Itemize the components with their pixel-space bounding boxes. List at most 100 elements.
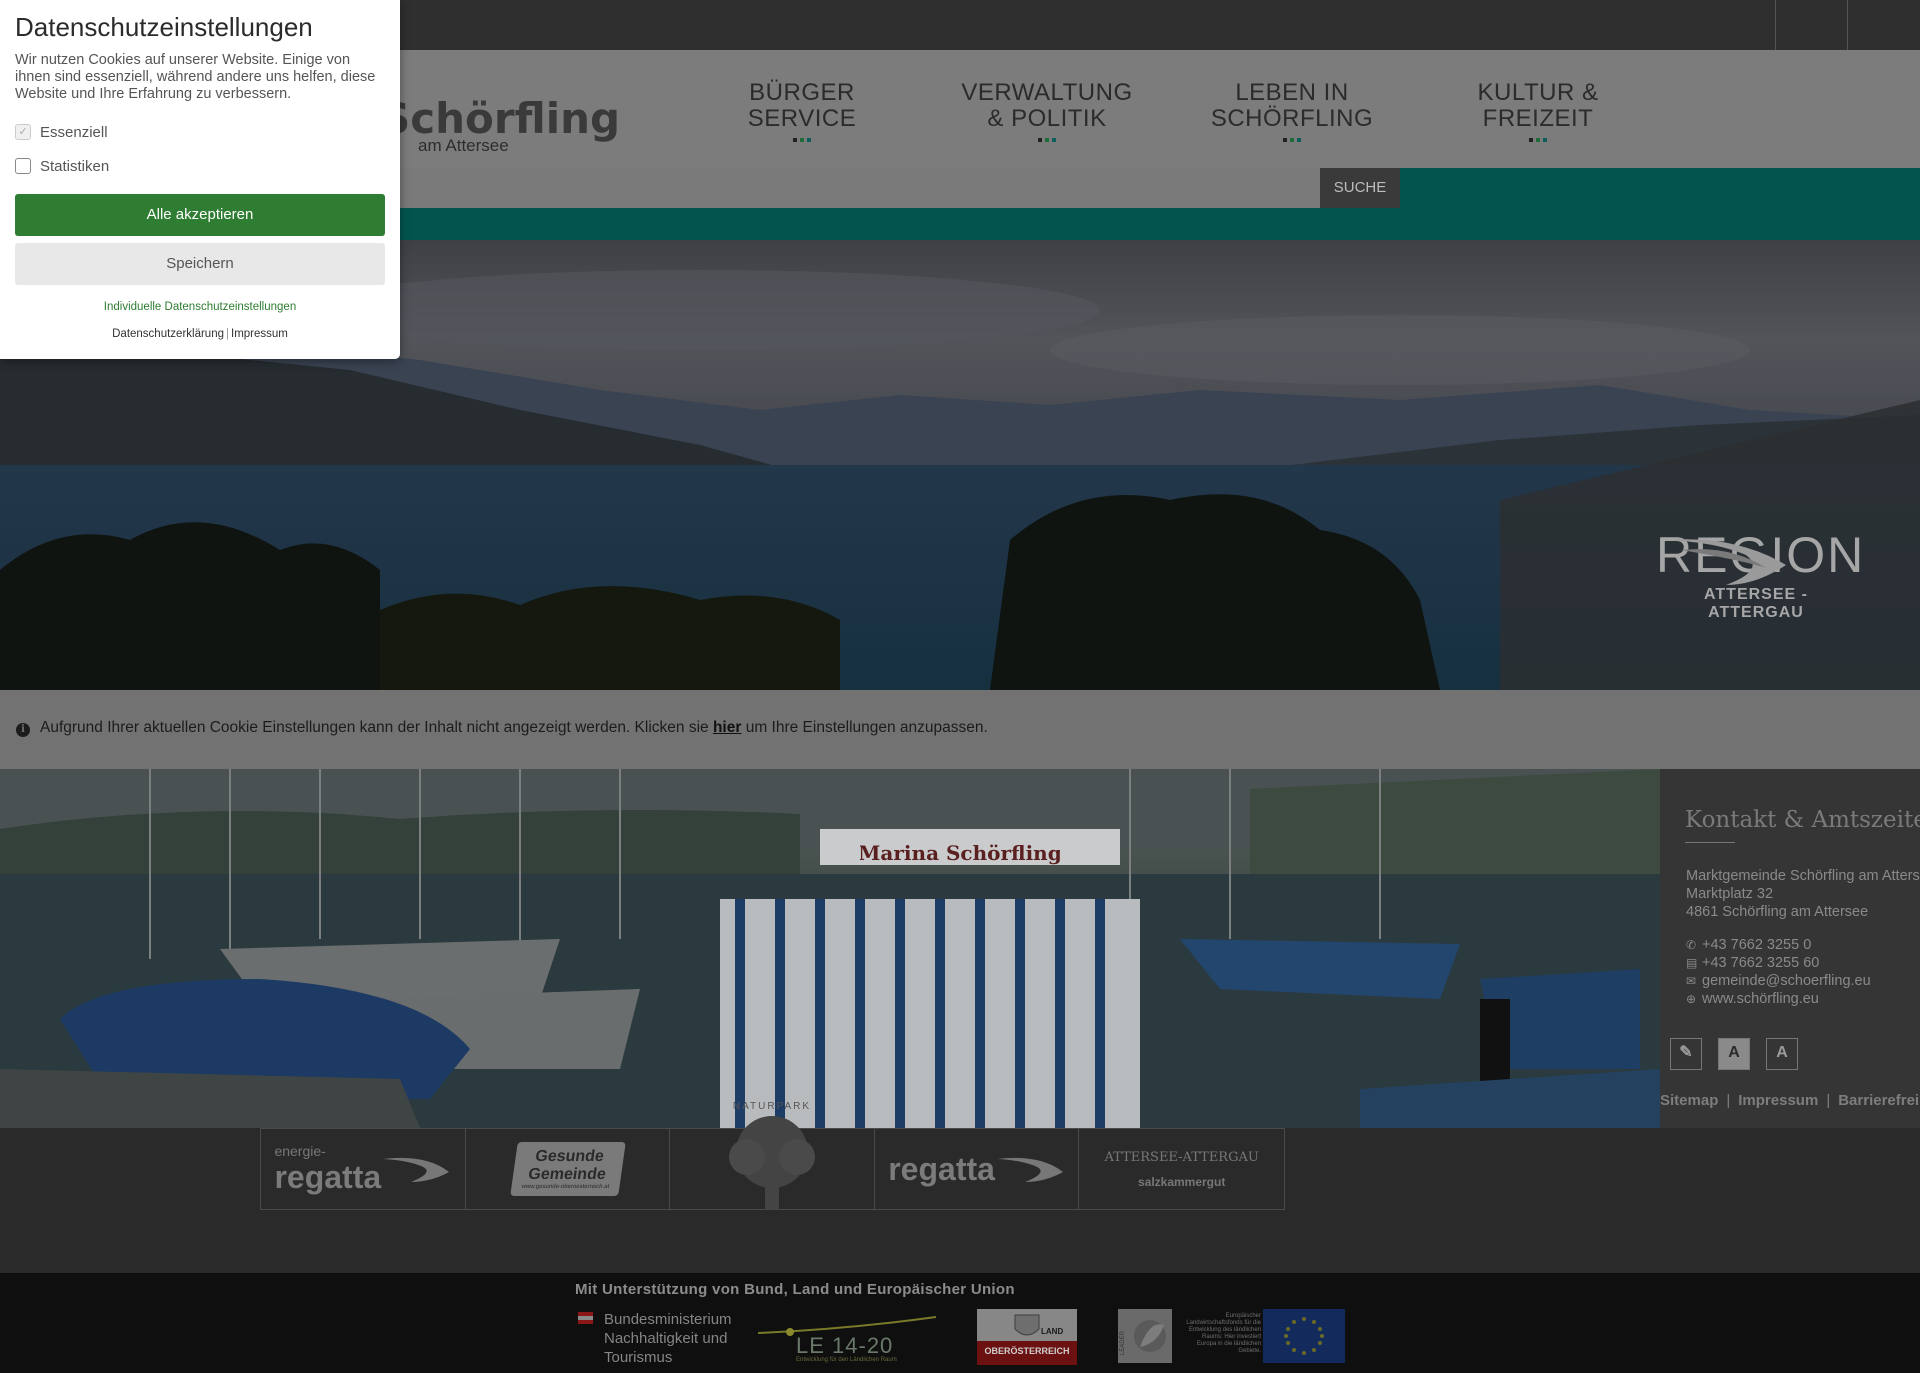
address-line-3: 4861 Schörfling am Attersee xyxy=(1686,904,1869,920)
cookie-consent-dialog: Datenschutzeinstellungen Wir nutzen Cook… xyxy=(0,0,400,359)
imprint-link[interactable]: Impressum xyxy=(231,328,288,340)
swoosh-icon xyxy=(1666,539,1786,585)
partner-label-top: energie- xyxy=(274,1142,326,1159)
contact-email[interactable]: ✉ gemeinde@schoerfling.eu xyxy=(1686,973,1871,989)
partner-gesunde-gemeinde[interactable]: Gesunde Gemeinde www.gesunde-oberoesterr… xyxy=(466,1129,671,1209)
search-button[interactable]: SUCHE xyxy=(1320,168,1400,208)
partner-regatta[interactable]: regatta xyxy=(875,1129,1080,1209)
font-size-large-button[interactable]: A xyxy=(1766,1038,1798,1070)
land-label: LAND xyxy=(1041,1327,1064,1336)
address-line-1: Marktgemeinde Schörfling am Attersee xyxy=(1686,868,1920,884)
cookie-notice-text: Aufgrund Ihrer aktuellen Cookie Einstell… xyxy=(40,719,988,737)
partner-logos: energie- regatta Gesunde Gemeinde www.ge… xyxy=(260,1101,1285,1232)
leader-label: LEADER xyxy=(1120,1330,1126,1355)
nav-item-kultur-freizeit[interactable]: KULTUR & FREIZEIT xyxy=(1433,80,1643,142)
partner-label-top: ATTERSEE-ATTERGAU xyxy=(1104,1149,1259,1165)
eu-stars-icon xyxy=(1284,1317,1324,1355)
cookie-dialog-description: Wir nutzen Cookies auf unserer Website. … xyxy=(15,52,376,102)
eu-flag-icon[interactable] xyxy=(1263,1309,1345,1363)
search-strip-accent xyxy=(1400,168,1920,208)
energie-regatta-logo: energie- regatta xyxy=(274,1143,381,1196)
nav-item-label-line1: LEBEN IN xyxy=(1235,79,1349,106)
top-bar-button-1[interactable] xyxy=(1775,0,1847,50)
website-url: www.schörfling.eu xyxy=(1702,991,1819,1007)
ministry-line-2: Nachhaltigkeit und xyxy=(604,1330,728,1347)
contact-address: Marktgemeinde Schörfling am Attersee Mar… xyxy=(1686,867,1920,921)
nav-item-buerger-service[interactable]: BÜRGER SERVICE xyxy=(697,80,907,142)
address-line-2: Marktplatz 32 xyxy=(1686,886,1774,902)
contact-fax: ▤ +43 7662 3255 60 xyxy=(1686,955,1819,971)
footer-links: Sitemap | Impressum | Barrierefreiheit xyxy=(1660,1092,1920,1109)
marina-photo xyxy=(0,769,1660,1128)
globe-icon: ⊕ xyxy=(1686,992,1697,1006)
contact-panel: Kontakt & Amtszeiten Marktgemeinde Schör… xyxy=(1660,769,1920,1128)
font-size-small-button[interactable]: A xyxy=(1718,1038,1750,1070)
nav-dots-icon xyxy=(1187,138,1397,142)
logo-subtitle: am Attersee xyxy=(418,136,509,155)
le-label: LE 14-20 xyxy=(796,1333,894,1358)
fax-icon: ▤ xyxy=(1686,956,1698,970)
cookie-notice-text-after: um Ihre Einstellungen anzupassen. xyxy=(741,719,988,736)
gesunde-gemeinde-logo: Gesunde Gemeinde www.gesunde-oberoesterr… xyxy=(509,1142,626,1196)
accept-all-button[interactable]: Alle akzeptieren xyxy=(15,194,385,236)
nav-item-label-line2: & POLITIK xyxy=(987,105,1107,132)
marina-image xyxy=(0,769,1660,1128)
phone-icon: ✆ xyxy=(1686,938,1697,952)
ooe-label: OBERÖSTERREICH xyxy=(977,1341,1077,1365)
envelope-icon: ✉ xyxy=(1686,974,1697,988)
coat-of-arms-icon xyxy=(1014,1314,1040,1336)
nav-item-label-line1: VERWALTUNG xyxy=(961,79,1133,106)
contact-phone[interactable]: ✆ +43 7662 3255 0 xyxy=(1686,937,1811,953)
cookie-settings-link[interactable]: hier xyxy=(713,719,741,736)
nav-item-verwaltung-politik[interactable]: VERWALTUNG & POLITIK xyxy=(942,80,1152,142)
le-subtitle: Entwicklung für den Ländlichen Raum xyxy=(796,1357,897,1363)
footer-link-separator: | xyxy=(1826,1092,1831,1109)
ministry-text: Bundesministerium Nachhaltigkeit und Tou… xyxy=(604,1310,732,1367)
footer-link-impressum[interactable]: Impressum xyxy=(1738,1092,1818,1109)
footer-link-separator: | xyxy=(1726,1092,1731,1109)
cookie-dialog-title: Datenschutzeinstellungen xyxy=(15,12,313,42)
le-14-20-logo[interactable]: LE 14-20 Entwicklung für den Ländlichen … xyxy=(757,1315,938,1365)
funding-title: Mit Unterstützung von Bund, Land und Eur… xyxy=(575,1281,1015,1298)
info-icon: i xyxy=(16,723,30,737)
partner-label-main: salzkammergut xyxy=(1137,1174,1226,1189)
nav-item-label-line1: KULTUR & xyxy=(1477,79,1599,106)
partner-energie-regatta[interactable]: energie- regatta xyxy=(261,1129,466,1209)
swoosh-icon xyxy=(383,1157,450,1182)
nav-dots-icon xyxy=(697,138,907,142)
contact-title-underline xyxy=(1685,842,1735,843)
top-bar-button-2[interactable] xyxy=(1847,0,1919,50)
cookie-notice-text-before: Aufgrund Ihrer aktuellen Cookie Einstell… xyxy=(40,719,713,736)
contrast-brush-icon[interactable]: ✎ xyxy=(1670,1038,1702,1070)
footer-link-sitemap[interactable]: Sitemap xyxy=(1660,1092,1718,1109)
statistics-checkbox[interactable] xyxy=(15,158,31,174)
essential-checkbox: ✓ xyxy=(15,124,31,140)
individual-settings-link[interactable]: Individuelle Datenschutzeinstellungen xyxy=(0,301,400,313)
contact-website[interactable]: ⊕ www.schörfling.eu xyxy=(1686,991,1819,1007)
statistics-label[interactable]: Statistiken xyxy=(40,158,109,175)
marina-sign-text: Marina Schörfling xyxy=(860,841,1060,865)
oberoesterreich-logo[interactable]: LAND OBERÖSTERREICH xyxy=(977,1309,1077,1365)
save-button[interactable]: Speichern xyxy=(15,243,385,285)
footer-link-barrierefreiheit[interactable]: Barrierefreiheit xyxy=(1838,1092,1920,1109)
region-attersee-logo[interactable]: REGION ATTERSEE - ATTERGAU xyxy=(1656,530,1863,622)
marina-sign: Marina Schörfling xyxy=(860,841,1060,865)
nav-item-label-line2: SERVICE xyxy=(747,105,857,132)
partner-url: www.gesunde-oberoesterreich.at xyxy=(520,1184,610,1190)
ministry-line-1: Bundesministerium xyxy=(604,1311,732,1328)
partner-label-main: regatta xyxy=(274,1158,382,1195)
swoosh-icon xyxy=(996,1157,1063,1182)
partner-label-main: regatta xyxy=(888,1150,995,1187)
email-address: gemeinde@schoerfling.eu xyxy=(1702,973,1871,989)
partner-attersee-attergau[interactable]: ATTERSEE-ATTERGAU salzkammergut xyxy=(1079,1129,1284,1209)
nav-item-leben-in-schoerfling[interactable]: LEBEN IN SCHÖRFLING xyxy=(1187,80,1397,142)
statistics-option[interactable]: Statistiken xyxy=(15,157,109,175)
footer-separator: | xyxy=(226,328,229,340)
region-subtitle: ATTERSEE - ATTERGAU xyxy=(1704,586,1808,621)
privacy-policy-link[interactable]: Datenschutzerklärung xyxy=(112,328,224,340)
eu-fund-text: Europäischer Landwirtschaftsfonds für di… xyxy=(1186,1313,1261,1354)
partner-naturpark[interactable]: NATURPARK xyxy=(670,1101,875,1232)
nav-item-label-line1: BÜRGER xyxy=(749,79,855,106)
leader-logo[interactable]: LEADER xyxy=(1118,1309,1172,1363)
contact-title: Kontakt & Amtszeiten xyxy=(1685,807,1920,833)
